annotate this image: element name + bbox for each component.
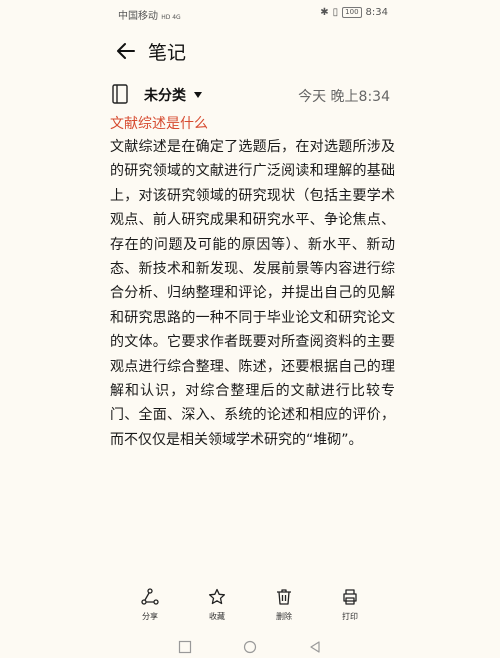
favorite-label: 收藏 — [209, 612, 225, 621]
share-button[interactable]: 分享 — [128, 588, 172, 622]
vibrate-icon: ▯ — [332, 7, 339, 18]
caret-down-icon — [194, 92, 202, 98]
recents-square-icon[interactable] — [178, 640, 192, 654]
note-meta-row: 未分类 今天 晚上8:34 — [0, 82, 500, 110]
system-nav-bar — [0, 636, 500, 658]
print-label: 打印 — [342, 612, 358, 621]
printer-icon — [343, 589, 357, 605]
page-title: 笔记 — [148, 42, 187, 64]
bluetooth-icon: ✱ — [320, 7, 329, 18]
note-timestamp: 今天 晚上8:34 — [298, 89, 390, 105]
print-button[interactable]: 打印 — [328, 588, 372, 622]
battery-icon: 100 — [342, 7, 362, 18]
clock-label: 8:34 — [365, 7, 388, 18]
note-title[interactable]: 文献综述是什么 — [110, 113, 208, 133]
back-triangle-icon[interactable] — [308, 640, 322, 654]
status-bar: 中国移动 HD 4G ✱ ▯ 100 8:34 — [0, 0, 500, 26]
category-label: 未分类 — [144, 88, 186, 104]
home-circle-icon[interactable] — [243, 640, 257, 654]
network-indicator: HD 4G — [161, 14, 181, 21]
delete-label: 删除 — [276, 612, 292, 621]
share-icon — [141, 588, 159, 605]
carrier-label: 中国移动 — [118, 11, 158, 22]
delete-button[interactable]: 删除 — [262, 588, 306, 622]
header: 笔记 — [0, 32, 500, 72]
category-selector[interactable]: 未分类 — [144, 85, 202, 105]
note-body[interactable]: 文献综述是在确定了选题后，在对选题所涉及的研究领域的文献进行广泛阅读和理解的基础… — [110, 135, 395, 452]
notebook-icon — [112, 84, 128, 104]
back-arrow-icon[interactable] — [115, 40, 137, 62]
trash-icon — [277, 589, 291, 605]
share-label: 分享 — [142, 612, 158, 621]
star-icon — [208, 588, 226, 605]
bottom-action-bar: 分享 收藏 删除 打印 — [0, 588, 500, 628]
favorite-button[interactable]: 收藏 — [195, 588, 239, 622]
